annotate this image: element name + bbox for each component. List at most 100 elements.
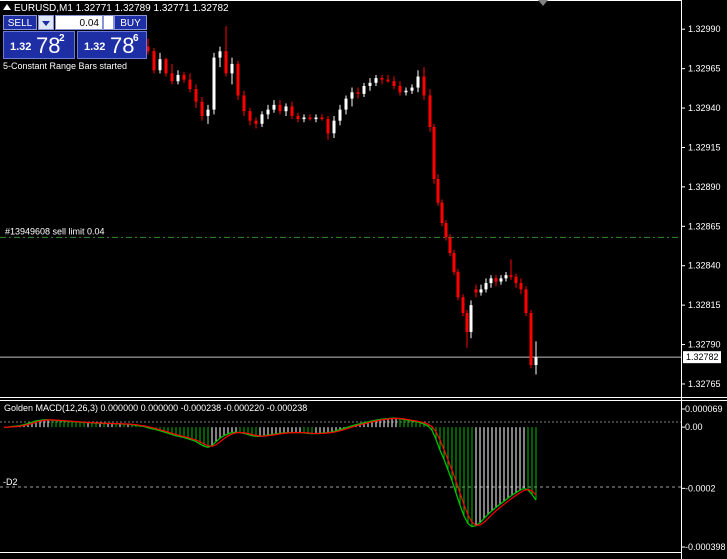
- candle-body: [416, 76, 420, 88]
- candle: [504, 272, 508, 282]
- candle-body: [448, 237, 452, 254]
- candle-body: [332, 120, 336, 134]
- bid-prefix: 1.32: [10, 41, 32, 53]
- candle: [474, 284, 478, 298]
- candle-body: [410, 87, 414, 91]
- lot-up-spinner[interactable]: [103, 15, 114, 30]
- candle-body: [320, 117, 324, 120]
- candle: [284, 103, 288, 116]
- shift-marker-icon[interactable]: [538, 0, 548, 6]
- candle-body: [362, 85, 366, 94]
- candle: [534, 341, 538, 375]
- candle: [380, 74, 384, 85]
- candle: [176, 70, 180, 85]
- candle-body: [432, 126, 436, 180]
- candle: [410, 84, 414, 94]
- candle-body: [428, 95, 432, 127]
- candle: [489, 275, 493, 288]
- candle-body: [248, 111, 252, 121]
- candle-body: [194, 89, 198, 102]
- buy-button[interactable]: BUY: [114, 15, 147, 30]
- macd-tick-label: 0.000069: [685, 404, 723, 414]
- collapse-triangle-icon[interactable]: [3, 4, 11, 10]
- price-tick-label: 1.32965: [688, 64, 721, 74]
- candle: [212, 52, 216, 115]
- candle: [344, 95, 348, 115]
- sell-button[interactable]: SELL: [3, 15, 37, 30]
- trading-chart[interactable]: 1.32990 1.32965 1.32940 1.32915 1.32890 1.328…: [0, 0, 727, 559]
- candle-body: [524, 289, 528, 314]
- ask-prefix: 1.32: [84, 41, 106, 53]
- candle-body: [479, 289, 483, 293]
- candle: [465, 309, 469, 348]
- candle: [224, 26, 228, 77]
- candle-body: [230, 63, 234, 74]
- price-tick-label: 1.32790: [688, 340, 721, 350]
- candle-body: [170, 73, 174, 82]
- candle-body: [374, 78, 378, 83]
- candle: [152, 48, 156, 74]
- buy-price-box[interactable]: 1.32 78 6: [77, 31, 147, 59]
- price-tick-label: 1.32915: [688, 142, 721, 152]
- candle-body: [484, 283, 488, 290]
- candlestick-series: [146, 26, 538, 375]
- candle-body: [236, 63, 240, 96]
- macd-level-label: -D2: [3, 477, 18, 487]
- sell-price-box[interactable]: 1.32 78 2: [3, 31, 75, 59]
- candle-body: [514, 276, 518, 284]
- price-tick-label: 1.32990: [688, 24, 721, 34]
- candle: [374, 74, 378, 86]
- candle: [452, 249, 456, 276]
- candle: [242, 90, 246, 116]
- candle: [469, 300, 473, 339]
- candle-body: [164, 59, 168, 74]
- candle: [320, 114, 324, 121]
- candle-body: [461, 297, 465, 314]
- candle-body: [529, 313, 533, 366]
- candle-body: [212, 57, 216, 110]
- price-tick-label: 1.32890: [688, 182, 721, 192]
- candle: [314, 114, 318, 123]
- candle: [404, 87, 408, 96]
- candle-body: [489, 278, 493, 284]
- candle: [398, 81, 402, 96]
- candle-body: [356, 92, 360, 94]
- candle-body: [200, 101, 204, 116]
- candle-body: [182, 74, 186, 80]
- chart-title-text: EURUSD,M1 1.32771 1.32789 1.32771 1.3278…: [14, 3, 229, 14]
- indicator-axis: 0.000069 0.00 -0.0002 -0.000398: [681, 404, 726, 552]
- candle-body: [519, 283, 523, 290]
- indicator-label: Golden MACD(12,26,3) 0.000000 0.000000 -…: [4, 403, 307, 413]
- candle: [218, 46, 222, 68]
- lot-down-icon[interactable]: [38, 15, 54, 30]
- candle: [230, 57, 234, 85]
- candle: [448, 234, 452, 257]
- candle-body: [499, 278, 503, 282]
- candle: [200, 97, 204, 121]
- candle: [494, 275, 498, 287]
- candle: [158, 52, 162, 74]
- candle-body: [272, 104, 276, 110]
- candle: [428, 89, 432, 132]
- candle-body: [296, 115, 300, 120]
- candle: [206, 104, 210, 124]
- price-tick-label: 1.32765: [688, 379, 721, 389]
- candle-body: [398, 85, 402, 93]
- candle: [278, 100, 282, 115]
- candle-body: [534, 357, 538, 366]
- candle-body: [326, 119, 330, 134]
- candle: [302, 114, 306, 123]
- ask-big-digits: 78: [110, 33, 135, 58]
- candle-body: [474, 289, 478, 293]
- candle-body: [278, 104, 282, 112]
- candle-body: [404, 90, 408, 93]
- lot-size-input[interactable]: 0.04: [55, 15, 103, 30]
- candle: [164, 57, 168, 77]
- candle: [182, 71, 186, 83]
- candle: [266, 104, 270, 120]
- candle: [326, 115, 330, 140]
- candle: [260, 111, 264, 127]
- candle: [296, 112, 300, 123]
- candle: [386, 74, 390, 83]
- candle: [440, 199, 444, 227]
